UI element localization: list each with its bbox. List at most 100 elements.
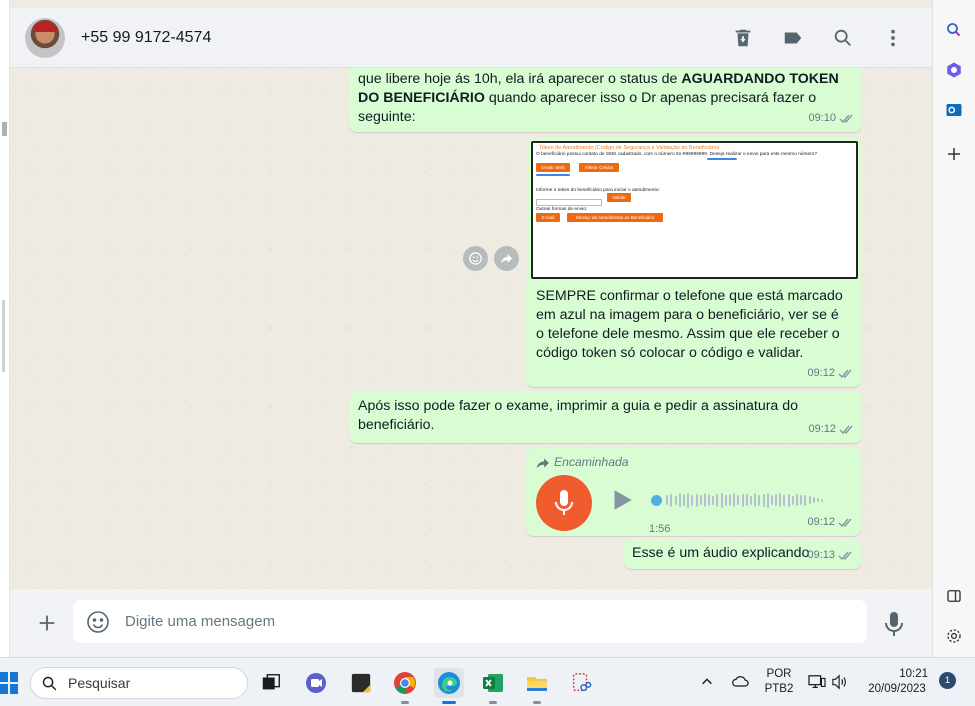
react-button[interactable] bbox=[463, 246, 488, 271]
excel-app[interactable] bbox=[478, 668, 508, 704]
message-bubble[interactable]: SEMPRE confirmar o telefone que está mar… bbox=[526, 279, 861, 387]
contact-name[interactable]: +55 99 9172-4574 bbox=[81, 29, 211, 47]
microphone-icon bbox=[885, 612, 903, 636]
volume-button[interactable] bbox=[831, 674, 849, 695]
image-button: Alterar Celular bbox=[579, 163, 619, 172]
tray-overflow-button[interactable] bbox=[700, 675, 714, 694]
message-input[interactable] bbox=[125, 613, 825, 630]
onedrive-button[interactable] bbox=[731, 674, 751, 693]
message-time: 09:12 bbox=[807, 516, 835, 528]
menu-button[interactable] bbox=[868, 18, 918, 58]
sidebar-outlook[interactable] bbox=[944, 100, 964, 120]
plus-icon bbox=[948, 148, 960, 160]
double-check-icon bbox=[838, 551, 852, 561]
message-field bbox=[73, 600, 867, 643]
chrome-icon bbox=[394, 672, 416, 695]
waveform-bar bbox=[737, 495, 740, 505]
sidebar-search[interactable] bbox=[944, 20, 964, 40]
waveform-bar bbox=[733, 493, 736, 507]
sidebar-copilot[interactable] bbox=[944, 60, 964, 80]
contact-avatar[interactable] bbox=[25, 17, 65, 58]
waveform-bar bbox=[724, 494, 727, 506]
waveform-bar bbox=[754, 493, 757, 507]
message-bubble[interactable]: Após isso pode fazer o exame, imprimir a… bbox=[349, 391, 862, 443]
task-view-icon bbox=[262, 674, 280, 690]
taskbar-search[interactable]: Pesquisar bbox=[30, 667, 248, 699]
left-strip-mark bbox=[2, 122, 7, 136]
emoji-button[interactable] bbox=[86, 610, 110, 634]
image-message[interactable]: Token de Atendimento (Código de Seguranç… bbox=[528, 138, 861, 279]
chrome-app[interactable] bbox=[390, 668, 420, 704]
running-indicator bbox=[401, 701, 409, 704]
waveform-bar bbox=[682, 494, 685, 506]
waveform-bar bbox=[712, 495, 715, 505]
highlight-underline bbox=[707, 158, 737, 160]
waveform-bar bbox=[766, 492, 769, 508]
task-view-button[interactable] bbox=[256, 668, 286, 698]
snipping-tool-app[interactable] bbox=[566, 668, 596, 698]
waveform-bar bbox=[687, 492, 690, 508]
file-explorer-app[interactable] bbox=[522, 668, 552, 704]
network-icon bbox=[808, 675, 826, 688]
play-button[interactable] bbox=[608, 487, 634, 513]
play-icon bbox=[614, 490, 632, 510]
message-meta: 09:12 bbox=[808, 420, 855, 439]
highlight-underline bbox=[536, 174, 570, 176]
outlook-icon bbox=[946, 104, 962, 116]
message-bubble[interactable]: que libere hoje ás 10h, ela irá aparecer… bbox=[349, 68, 862, 132]
browser-sidebar bbox=[932, 0, 975, 657]
message-text: SEMPRE confirmar o telefone que está mar… bbox=[536, 288, 843, 361]
message-time: 09:10 bbox=[808, 112, 836, 124]
delete-button[interactable] bbox=[718, 18, 768, 58]
edge-app[interactable] bbox=[434, 668, 464, 704]
waveform-bar bbox=[783, 494, 786, 506]
forward-icon bbox=[536, 457, 549, 468]
copilot-icon bbox=[947, 62, 961, 78]
double-check-icon bbox=[839, 114, 853, 124]
message-time: 09:12 bbox=[807, 367, 835, 379]
media-side-actions bbox=[463, 246, 519, 271]
notification-badge[interactable]: 1 bbox=[939, 672, 956, 689]
message-bubble[interactable]: Esse é um áudio explicando 09:13 bbox=[624, 539, 861, 569]
sidebar-settings[interactable] bbox=[944, 626, 964, 646]
search-icon bbox=[42, 676, 57, 690]
audio-duration: 1:56 bbox=[649, 523, 671, 535]
plus-icon bbox=[39, 615, 55, 631]
chat-header: +55 99 9172-4574 bbox=[10, 8, 932, 68]
audio-waveform[interactable] bbox=[651, 491, 841, 509]
screenshot-image[interactable]: Token de Atendimento (Código de Seguranç… bbox=[531, 141, 858, 279]
folder-icon bbox=[527, 677, 547, 691]
audio-progress-handle[interactable] bbox=[651, 494, 662, 506]
message-list[interactable]: que libere hoje ás 10h, ela irá aparecer… bbox=[10, 68, 932, 589]
search-icon bbox=[834, 29, 851, 46]
running-indicator bbox=[489, 701, 497, 704]
label-button[interactable] bbox=[768, 18, 818, 58]
image-button: Validar bbox=[607, 193, 631, 202]
clock[interactable]: 10:21 20/09/2023 bbox=[860, 667, 934, 697]
teams-app[interactable] bbox=[301, 668, 331, 698]
forward-button[interactable] bbox=[494, 246, 519, 271]
gear-icon bbox=[947, 629, 961, 643]
start-button[interactable] bbox=[0, 672, 18, 694]
chevron-up-icon bbox=[702, 678, 712, 685]
waveform-bar bbox=[678, 493, 681, 507]
input-language[interactable]: POR PTB2 bbox=[764, 667, 794, 697]
search-icon bbox=[947, 23, 961, 37]
sticky-notes-app[interactable] bbox=[346, 668, 376, 698]
search-button[interactable] bbox=[818, 18, 868, 58]
excel-icon bbox=[483, 674, 503, 692]
network-button[interactable] bbox=[808, 674, 826, 695]
message-scrollbar[interactable] bbox=[924, 136, 932, 589]
cloud-icon bbox=[732, 676, 749, 687]
waveform-bar bbox=[708, 494, 711, 506]
attach-button[interactable] bbox=[32, 608, 62, 638]
emoji-icon bbox=[469, 252, 482, 265]
edge-icon bbox=[438, 672, 460, 694]
image-button: Enviar SMS bbox=[536, 163, 570, 172]
sidebar-toggle[interactable] bbox=[944, 586, 964, 606]
voice-message[interactable]: Encaminhada 1:56 09:12 bbox=[526, 448, 861, 536]
sidebar-add[interactable] bbox=[944, 144, 964, 164]
voice-record-button[interactable] bbox=[882, 611, 906, 637]
waveform-bar bbox=[762, 493, 765, 507]
waveform-bar bbox=[699, 495, 702, 505]
